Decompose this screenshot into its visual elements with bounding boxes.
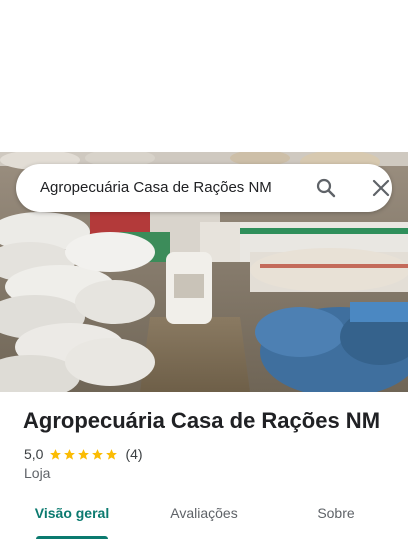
tab-about[interactable]: Sobre: [296, 496, 376, 540]
place-title: Agropecuária Casa de Rações NM: [23, 408, 381, 433]
star-icon: [92, 448, 104, 460]
star-icon: [78, 448, 90, 460]
tab-overview[interactable]: Visão geral: [26, 496, 118, 540]
close-icon[interactable]: [369, 176, 393, 200]
star-icon: [106, 448, 118, 460]
star-icon: [64, 448, 76, 460]
place-category[interactable]: Loja: [24, 465, 50, 481]
search-icon[interactable]: [314, 176, 338, 200]
rating-value: 5,0: [24, 446, 44, 462]
tab-bar: Visão geral Avaliações Sobre: [0, 496, 408, 544]
active-tab-indicator: [36, 536, 108, 539]
rating-row[interactable]: 5,0 (4): [24, 445, 143, 463]
map-blank-area: [0, 0, 408, 152]
star-rating: [49, 448, 119, 461]
tab-reviews[interactable]: Avaliações: [158, 496, 250, 540]
review-count[interactable]: (4): [125, 446, 142, 462]
place-info-panel: Agropecuária Casa de Rações NM 5,0 (4) L…: [0, 392, 408, 544]
search-input[interactable]: Agropecuária Casa de Rações NM: [40, 164, 300, 212]
star-icon: [50, 448, 62, 460]
search-bar[interactable]: Agropecuária Casa de Rações NM: [16, 164, 392, 212]
